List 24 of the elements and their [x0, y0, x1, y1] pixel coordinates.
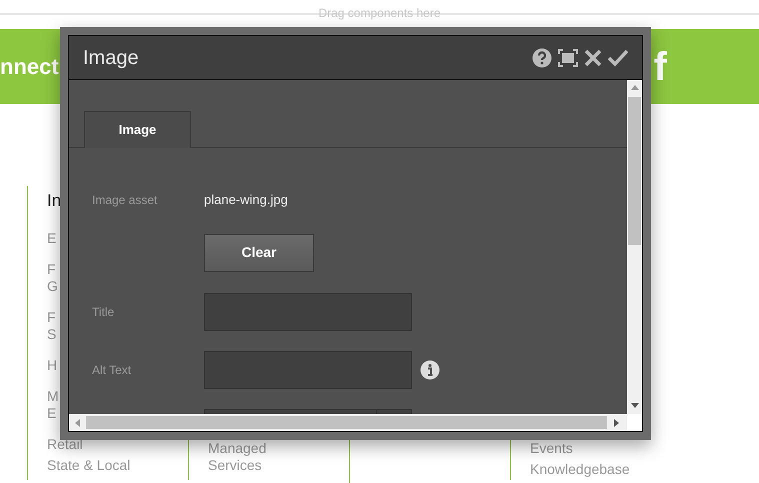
clear-button[interactable]: Clear [204, 234, 314, 272]
footer-link[interactable]: H [47, 357, 58, 374]
field-label: Alt Text [92, 362, 132, 376]
footer-link[interactable]: M [47, 388, 59, 405]
banner-title: nnect [0, 53, 59, 81]
footer-link[interactable]: F [47, 261, 56, 278]
footer-link[interactable]: F [47, 309, 56, 326]
footer-link[interactable]: E [47, 230, 56, 247]
field-label: Title [92, 304, 114, 318]
field-label: Image asset [92, 192, 158, 207]
footer-link[interactable]: Knowledgebase [530, 461, 630, 478]
footer-link[interactable]: Retail [47, 436, 83, 453]
footer-link[interactable]: G [47, 278, 58, 295]
social-link[interactable]: f [654, 36, 667, 96]
footer-link[interactable]: Managed [208, 440, 266, 457]
footer-link[interactable]: Services [208, 457, 262, 474]
dialog-title: Image [83, 46, 140, 70]
asset-name: plane-wing.jpg [204, 191, 288, 209]
tab[interactable]: Image [84, 111, 191, 148]
footer-link[interactable]: S [47, 326, 56, 343]
footer-link[interactable]: E [47, 405, 56, 422]
footer-link[interactable]: State & Local [47, 457, 130, 474]
column-heading: In [47, 191, 62, 211]
footer-link[interactable]: Events [530, 440, 573, 457]
